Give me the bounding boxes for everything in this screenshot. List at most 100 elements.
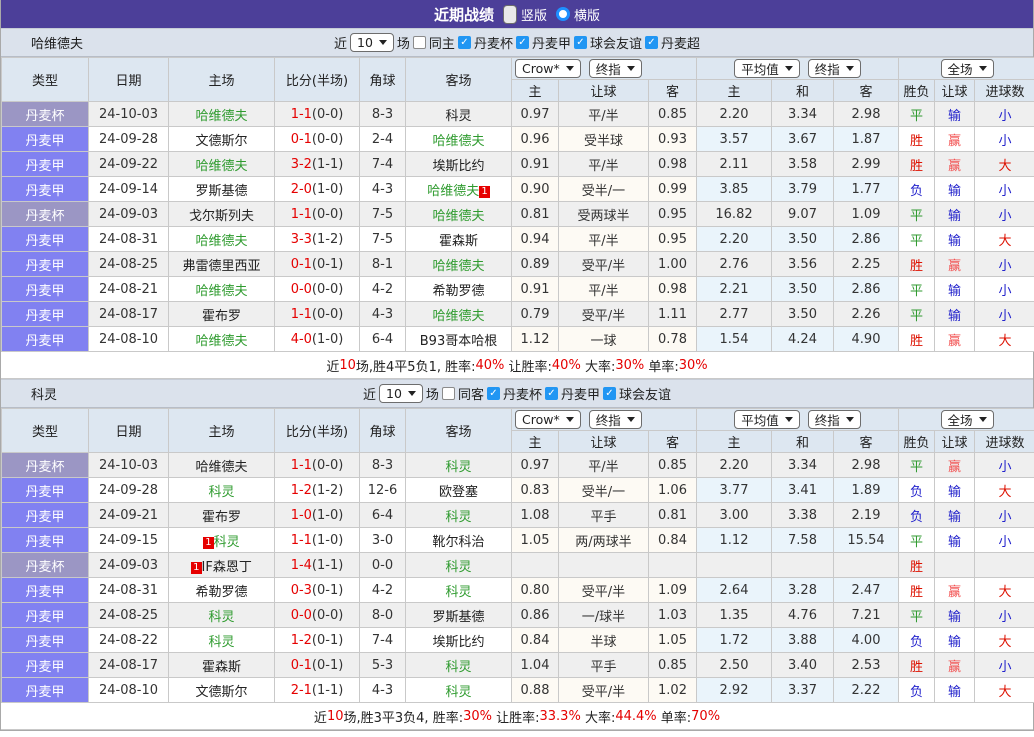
team-name[interactable]: 科灵 [208,610,234,625]
full-match-select[interactable]: 全场 [940,59,994,78]
league-filter-checkbox-label[interactable]: 丹麦杯 [503,384,542,403]
chevron-down-icon [407,391,416,396]
final-odds-select[interactable]: 终指 [588,410,642,429]
team-name[interactable]: 哈维德夫 [432,259,484,274]
average-select[interactable]: 平均值 [734,59,800,78]
team-name[interactable]: 哈维德夫 [195,109,247,124]
same-venue-checkbox-label[interactable]: 同主 [429,33,455,52]
team-name[interactable]: 哈维德夫 [195,234,247,249]
team-name[interactable]: 科灵 [445,685,471,700]
vertical-radio-icon[interactable] [502,4,517,24]
date-cell: 24-08-25 [88,602,169,628]
team-name[interactable]: 霍森斯 [202,660,241,675]
team-name[interactable]: 科灵 [208,485,234,500]
match-count-select[interactable]: 10 [350,33,394,52]
handicap-away-odds-cell: 0.78 [648,326,697,352]
avg-draw-odds-cell: 3.41 [771,477,834,503]
league-filter-checkbox[interactable]: ✓ [602,387,616,400]
horizontal-radio-icon[interactable] [556,7,570,21]
home-team-cell: 希勒罗德 [168,577,275,603]
team-name[interactable]: 霍布罗 [202,309,241,324]
subcol-avg-away: 客 [832,79,900,102]
team-name[interactable]: 哈维德夫 [432,209,484,224]
handicap-home-odds-cell: 0.89 [511,251,559,277]
score-cell: 0-1(0-1) [274,652,360,678]
team-name[interactable]: 科灵 [445,560,471,575]
team-name[interactable]: 科灵 [445,660,471,675]
team-name[interactable]: 哈维德夫 [432,309,484,324]
handicap-result-cell [934,552,976,578]
date-cell: 24-08-22 [88,627,169,653]
team-name[interactable]: 文德斯尔 [195,685,247,700]
full-time-score: 0-1 [290,256,312,272]
corner-cell: 4-2 [359,276,406,302]
league-filter-checkbox[interactable]: ✓ [486,387,500,400]
final-odds-select-2[interactable]: 终指 [807,59,861,78]
league-filter-checkbox-label[interactable]: 丹麦甲 [561,384,600,403]
team-name[interactable]: 罗斯基德 [432,610,484,625]
league-filter-checkbox-label[interactable]: 球会友谊 [619,384,671,403]
team-name[interactable]: 欧登塞 [439,485,478,500]
league-filter-checkbox[interactable]: ✓ [457,36,471,49]
team-name[interactable]: B93哥本哈根 [420,334,497,349]
avg-home-odds-cell: 2.20 [696,101,772,127]
vertical-layout-radio-group[interactable]: 竖版 [502,4,547,24]
avg-home-odds-cell: 2.76 [696,251,772,277]
team-name[interactable]: 哈维德夫 [195,460,247,475]
league-filter-checkbox[interactable]: ✓ [573,36,587,49]
summary-segment: 33.3% [539,708,581,724]
vertical-radio-label[interactable]: 竖版 [521,5,547,24]
home-team-cell: 霍布罗 [168,502,275,528]
team-name[interactable]: 罗斯基德 [195,184,247,199]
team-name[interactable]: 哈维德夫 [195,284,247,299]
team-name[interactable]: 文德斯尔 [195,134,247,149]
team-name[interactable]: 埃斯比约 [432,635,484,650]
team-name[interactable]: 科灵 [208,635,234,650]
horizontal-layout-radio-group[interactable]: 横版 [556,5,600,24]
league-filter-checkbox[interactable]: ✓ [544,387,558,400]
team-name[interactable]: 哈维德夫 [195,334,247,349]
team-name[interactable]: 哈维德夫 [432,134,484,149]
league-filter-checkbox-label[interactable]: 丹麦超 [661,33,700,52]
team-name[interactable]: 靴尔科治 [432,535,484,550]
same-venue-checkbox[interactable] [412,36,426,49]
team-name[interactable]: 戈尔斯列夫 [189,209,254,224]
team-name[interactable]: 霍布罗 [202,510,241,525]
team-name[interactable]: 科灵 [445,585,471,600]
team-name[interactable]: 科灵 [214,535,240,550]
same-venue-checkbox-label[interactable]: 同客 [458,384,484,403]
full-match-select[interactable]: 全场 [940,410,994,429]
league-filter-checkbox[interactable]: ✓ [644,36,658,49]
team-name[interactable]: 霍森斯 [439,234,478,249]
final-odds-select[interactable]: 终指 [588,59,642,78]
team-name[interactable]: IF森恩丁 [202,560,252,575]
date-cell: 24-08-31 [88,226,169,252]
league-filter-checkbox-label[interactable]: 丹麦甲 [532,33,571,52]
bookmaker-select[interactable]: Crow* [515,410,581,429]
horizontal-radio-label[interactable]: 横版 [574,5,600,24]
team-name[interactable]: 哈维德夫 [427,184,479,199]
final-odds-select-2[interactable]: 终指 [807,410,861,429]
same-venue-checkbox[interactable] [441,387,455,400]
league-filter-checkbox[interactable]: ✓ [515,36,529,49]
team-name[interactable]: 哈维德夫 [195,159,247,174]
league-filter-checkbox-label[interactable]: 球会友谊 [590,33,642,52]
match-count-select[interactable]: 10 [379,384,423,403]
team-name[interactable]: 希勒罗德 [195,585,247,600]
full-time-score: 0-0 [290,607,312,623]
goals-result-cell: 小 [974,502,1034,528]
team-name[interactable]: 希勒罗德 [432,284,484,299]
corner-cell: 4-3 [359,176,406,202]
team-name[interactable]: 科灵 [445,510,471,525]
league-filter-checkbox-label[interactable]: 丹麦杯 [474,33,513,52]
summary-segment: 让胜率: [491,710,540,726]
bookmaker-select[interactable]: Crow* [515,59,581,78]
average-select[interactable]: 平均值 [734,410,800,429]
team-name[interactable]: 弗雷德里西亚 [182,259,260,274]
team-name[interactable]: 科灵 [445,109,471,124]
subcol-result: 胜负 [898,430,936,453]
goals-result-cell: 大 [974,477,1034,503]
section-hvidovre: 哈维德夫 近 10 场同主 ✓ 丹麦杯 ✓ 丹麦甲 ✓ 球会友谊 ✓ 丹麦超 类型 日期 主场 比分… [1,28,1034,379]
team-name[interactable]: 埃斯比约 [432,159,484,174]
team-name[interactable]: 科灵 [445,460,471,475]
